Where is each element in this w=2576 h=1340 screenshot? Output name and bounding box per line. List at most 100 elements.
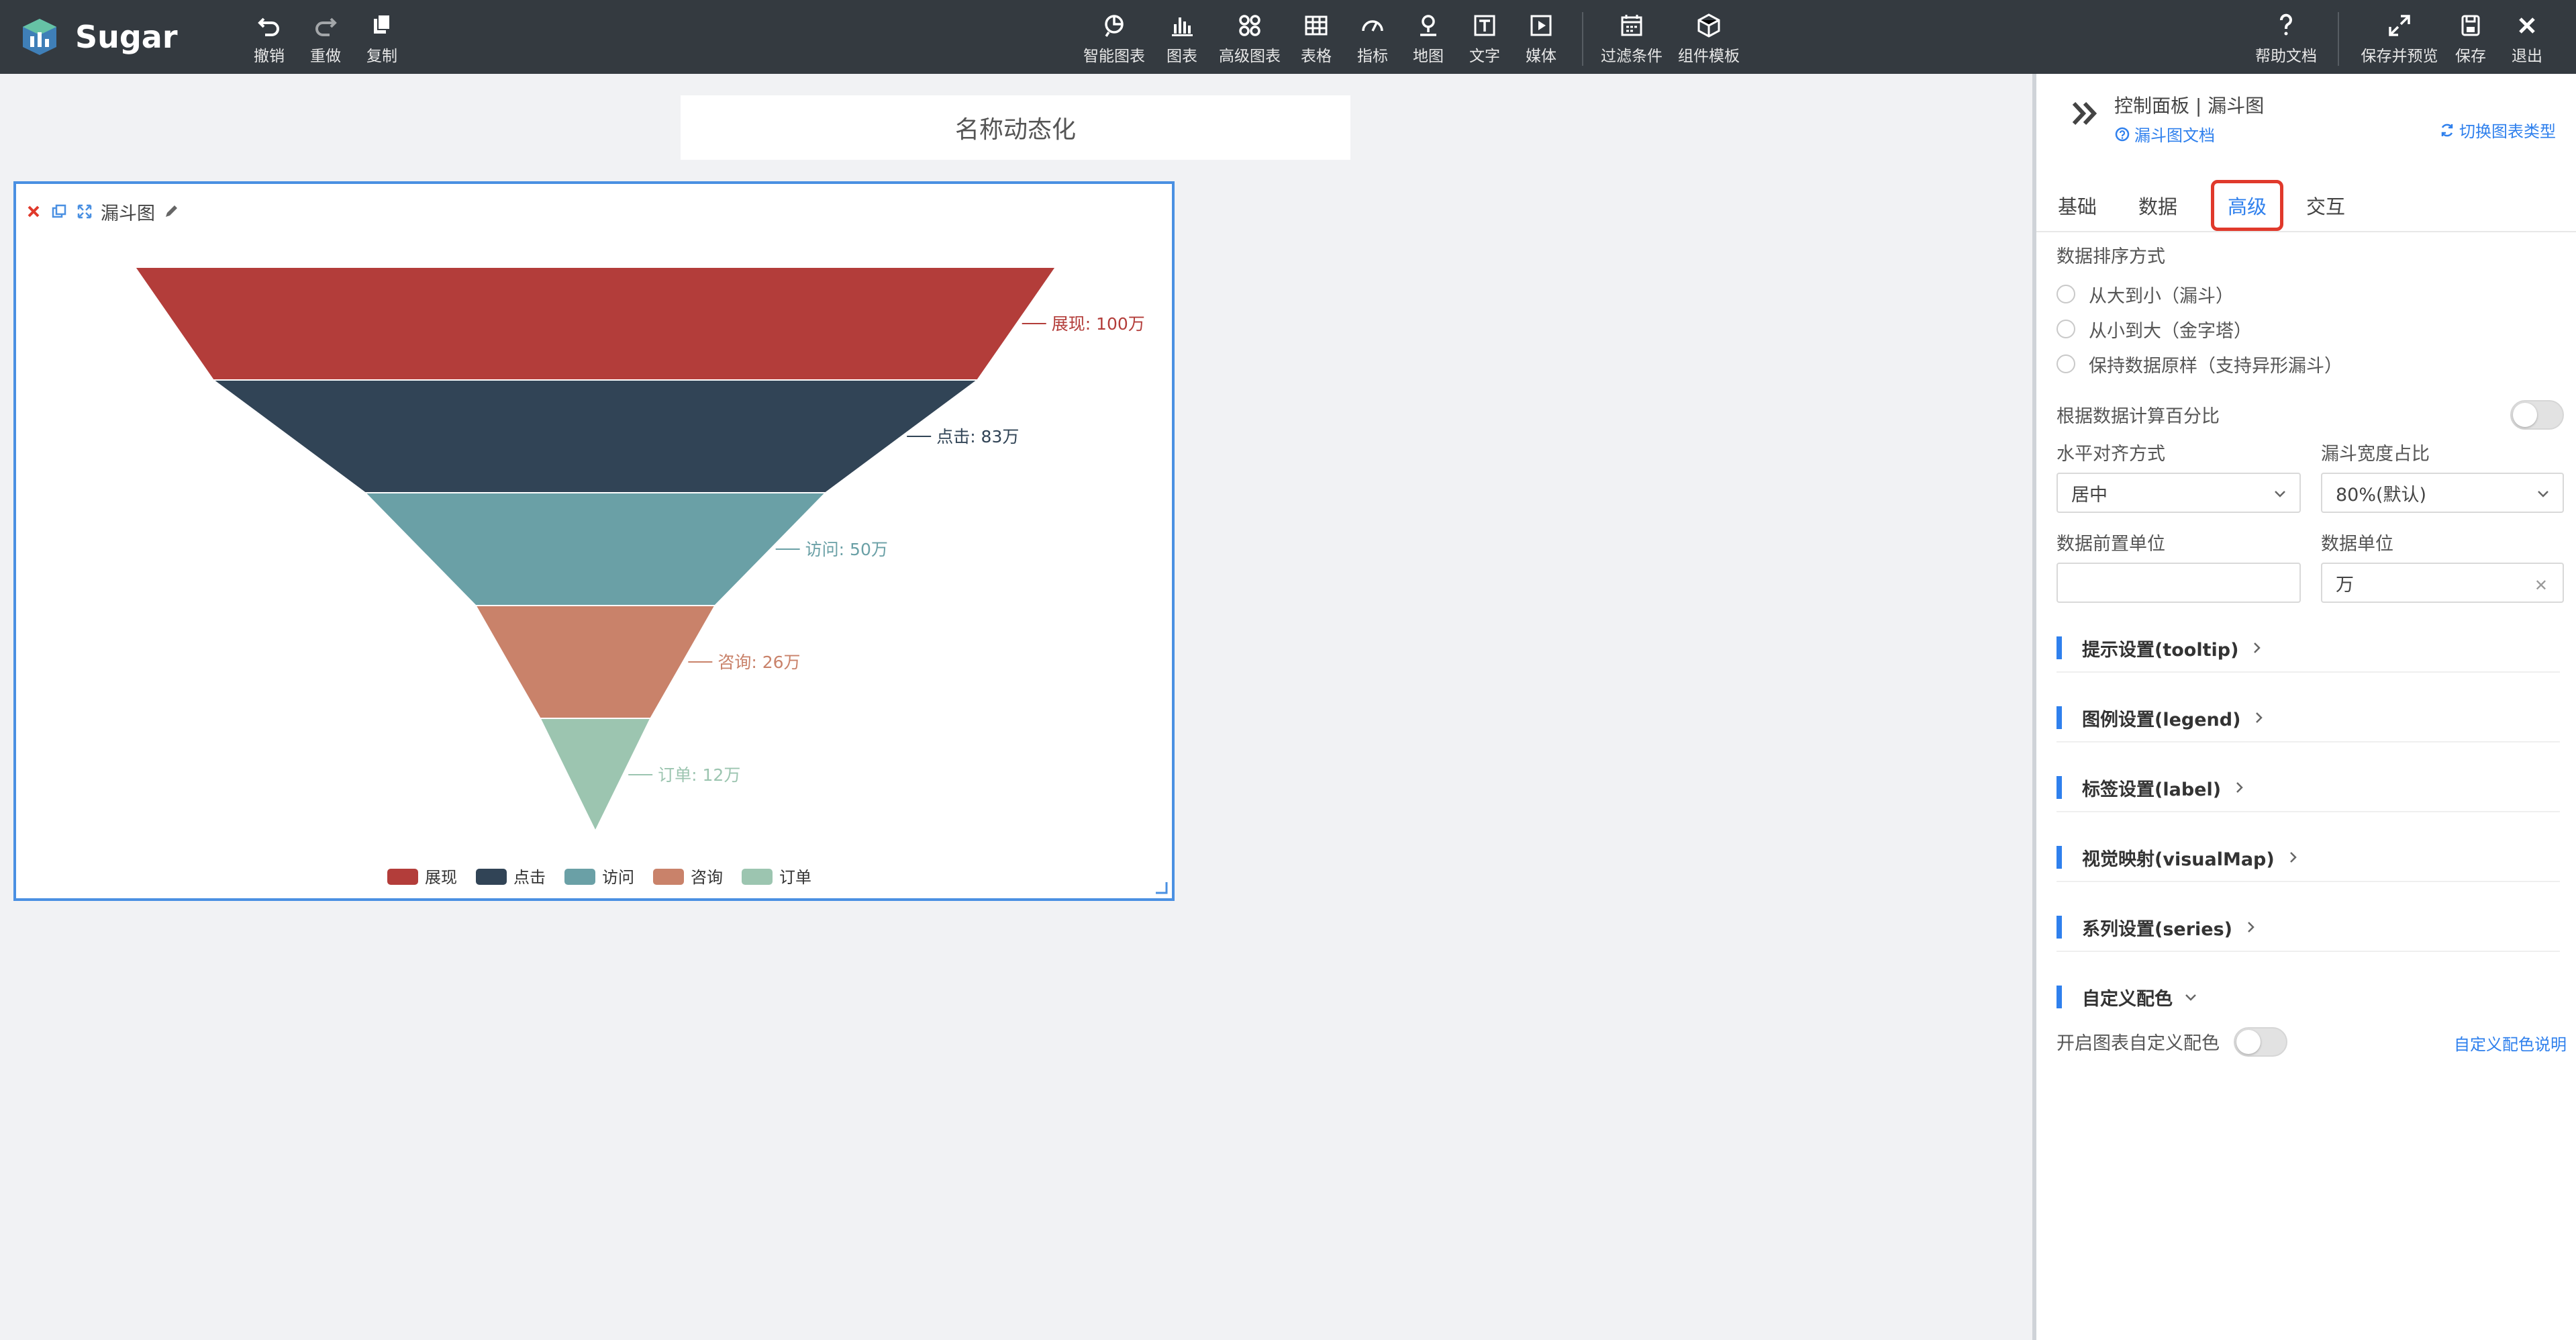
legend-label[interactable]: 订单 bbox=[779, 868, 811, 887]
section-title: 图例设置(legend) bbox=[2082, 709, 2241, 730]
custom-color-help-link[interactable]: 自定义配色说明 bbox=[2454, 1031, 2567, 1055]
align-select-value: 居中 bbox=[2071, 484, 2108, 506]
clear-icon[interactable]: ✕ bbox=[2534, 576, 2548, 595]
bar-chart-icon bbox=[1169, 12, 1195, 39]
unit-label: 数据单位 bbox=[2321, 534, 2393, 555]
section-marker bbox=[2057, 986, 2062, 1008]
legend-swatch[interactable] bbox=[653, 869, 684, 885]
exit-button[interactable]: 退出 bbox=[2495, 12, 2559, 66]
redo-button[interactable]: 重做 bbox=[293, 12, 358, 66]
tab-interaction[interactable]: 交互 bbox=[2299, 180, 2352, 231]
resize-handle-icon[interactable] bbox=[1153, 879, 1168, 894]
legend-label[interactable]: 访问 bbox=[602, 868, 634, 887]
percent-toggle[interactable] bbox=[2510, 400, 2564, 430]
legend-swatch[interactable] bbox=[564, 869, 595, 885]
section-tooltip[interactable]: 提示设置(tooltip) bbox=[2057, 624, 2560, 673]
toolbar-divider bbox=[2338, 12, 2339, 66]
section-marker bbox=[2057, 776, 2062, 799]
copy-button[interactable]: 复制 bbox=[350, 12, 414, 66]
toolbar-divider bbox=[1582, 12, 1583, 66]
toggle-knob bbox=[2236, 1030, 2261, 1054]
sort-option-asc[interactable]: 从小到大（金字塔） bbox=[2057, 316, 2252, 342]
save-preview-button[interactable]: 保存并预览 bbox=[2361, 12, 2438, 66]
expand-icon bbox=[2386, 12, 2413, 39]
section-legend[interactable]: 图例设置(legend) bbox=[2057, 694, 2560, 743]
metric-button[interactable]: 指标 bbox=[1340, 12, 1405, 66]
section-marker bbox=[2057, 706, 2062, 729]
chart-button[interactable]: 图表 bbox=[1150, 12, 1214, 66]
smart-chart-button[interactable]: 智能图表 bbox=[1082, 12, 1146, 66]
media-button[interactable]: 媒体 bbox=[1509, 12, 1573, 66]
redo-icon bbox=[312, 12, 339, 39]
save-icon bbox=[2457, 12, 2484, 39]
filter-button[interactable]: 过滤条件 bbox=[1599, 12, 1664, 66]
legend-label[interactable]: 咨询 bbox=[691, 868, 723, 887]
map-button[interactable]: 地图 bbox=[1396, 12, 1460, 66]
table-label: 表格 bbox=[1301, 48, 1332, 65]
section-label[interactable]: 标签设置(label) bbox=[2057, 764, 2560, 812]
smart-chart-icon bbox=[1101, 12, 1128, 39]
legend-swatch[interactable] bbox=[476, 869, 507, 885]
copy-icon bbox=[368, 12, 395, 39]
media-play-icon bbox=[1528, 12, 1554, 39]
chevron-down-icon bbox=[2538, 491, 2548, 497]
custom-color-toggle[interactable] bbox=[2234, 1027, 2287, 1057]
doc-link[interactable]: 漏斗图文档 bbox=[2114, 122, 2215, 146]
section-series[interactable]: 系列设置(series) bbox=[2057, 904, 2560, 952]
dashboard-title[interactable]: 名称动态化 bbox=[681, 95, 1350, 160]
funnel-segment[interactable] bbox=[474, 605, 717, 719]
filter-label: 过滤条件 bbox=[1601, 48, 1663, 65]
help-button[interactable]: 帮助文档 bbox=[2254, 12, 2318, 66]
panel-tabs: 基础 数据 高级 交互 bbox=[2036, 168, 2576, 232]
switch-link-label: 切换图表类型 bbox=[2459, 122, 2556, 141]
radio-button[interactable] bbox=[2057, 320, 2075, 338]
sort-option-original[interactable]: 保持数据原样（支持异形漏斗） bbox=[2057, 350, 2342, 377]
undo-icon bbox=[256, 12, 283, 39]
help-label: 帮助文档 bbox=[2255, 48, 2317, 65]
width-select[interactable]: 80%(默认) bbox=[2321, 473, 2564, 513]
advanced-chart-button[interactable]: 高级图表 bbox=[1218, 12, 1282, 66]
undo-button[interactable]: 撤销 bbox=[237, 12, 301, 66]
funnel-chart-card[interactable]: 漏斗图 展现: 100万 点击: 83万 访问: 50万 咨询: 26万 订单: 12万… bbox=[13, 181, 1175, 901]
section-marker bbox=[2057, 636, 2062, 659]
save-button[interactable]: 保存 bbox=[2439, 12, 2502, 66]
legend-swatch[interactable] bbox=[742, 869, 773, 885]
chart-label: 图表 bbox=[1167, 48, 1197, 65]
double-chevron-right-icon[interactable] bbox=[2067, 97, 2101, 130]
section-title: 自定义配色 bbox=[2082, 988, 2173, 1010]
sort-option-label: 从小到大（金字塔） bbox=[2089, 320, 2252, 342]
sort-option-desc[interactable]: 从大到小（漏斗） bbox=[2057, 281, 2234, 307]
funnel-segment[interactable] bbox=[363, 492, 828, 606]
template-button[interactable]: 组件模板 bbox=[1677, 12, 1741, 66]
refresh-icon bbox=[2441, 124, 2453, 136]
table-icon bbox=[1303, 12, 1330, 39]
top-toolbar: Sugar 撤销 重做 复制 智能图表 图表 高级图表 表格 指标 地图 文字 … bbox=[0, 0, 2576, 74]
radio-button[interactable] bbox=[2057, 285, 2075, 303]
tab-data[interactable]: 数据 bbox=[2132, 180, 2184, 231]
section-title: 标签设置(label) bbox=[2082, 779, 2222, 800]
chevron-right-icon bbox=[2236, 782, 2243, 793]
template-icon bbox=[1695, 12, 1722, 39]
funnel-data-label: 订单: 12万 bbox=[658, 765, 740, 785]
section-custom-color[interactable]: 自定义配色 bbox=[2057, 973, 2560, 1020]
control-panel: 控制面板 | 漏斗图 漏斗图文档 切换图表类型 基础 数据 高级 交互 数据排序… bbox=[2032, 74, 2576, 1340]
legend-swatch[interactable] bbox=[387, 869, 418, 885]
funnel-segment[interactable] bbox=[211, 379, 980, 493]
table-button[interactable]: 表格 bbox=[1284, 12, 1348, 66]
funnel-segment[interactable] bbox=[134, 267, 1057, 381]
unit-input[interactable]: 万 ✕ bbox=[2321, 563, 2564, 603]
help-icon bbox=[2273, 12, 2299, 39]
radio-button[interactable] bbox=[2057, 354, 2075, 373]
chevron-down-icon bbox=[2275, 491, 2285, 497]
align-select[interactable]: 居中 bbox=[2057, 473, 2301, 513]
legend-label[interactable]: 展现 bbox=[425, 868, 457, 887]
tab-advanced[interactable]: 高级 bbox=[2211, 180, 2283, 231]
tab-basic[interactable]: 基础 bbox=[2051, 180, 2103, 231]
section-marker bbox=[2057, 846, 2062, 869]
unit-input-value: 万 bbox=[2336, 574, 2354, 595]
prefix-input[interactable] bbox=[2057, 563, 2301, 603]
switch-chart-type-link[interactable]: 切换图表类型 bbox=[2439, 118, 2556, 142]
section-visualmap[interactable]: 视觉映射(visualMap) bbox=[2057, 834, 2560, 882]
text-button[interactable]: 文字 bbox=[1452, 12, 1517, 66]
legend-label[interactable]: 点击 bbox=[513, 868, 546, 887]
